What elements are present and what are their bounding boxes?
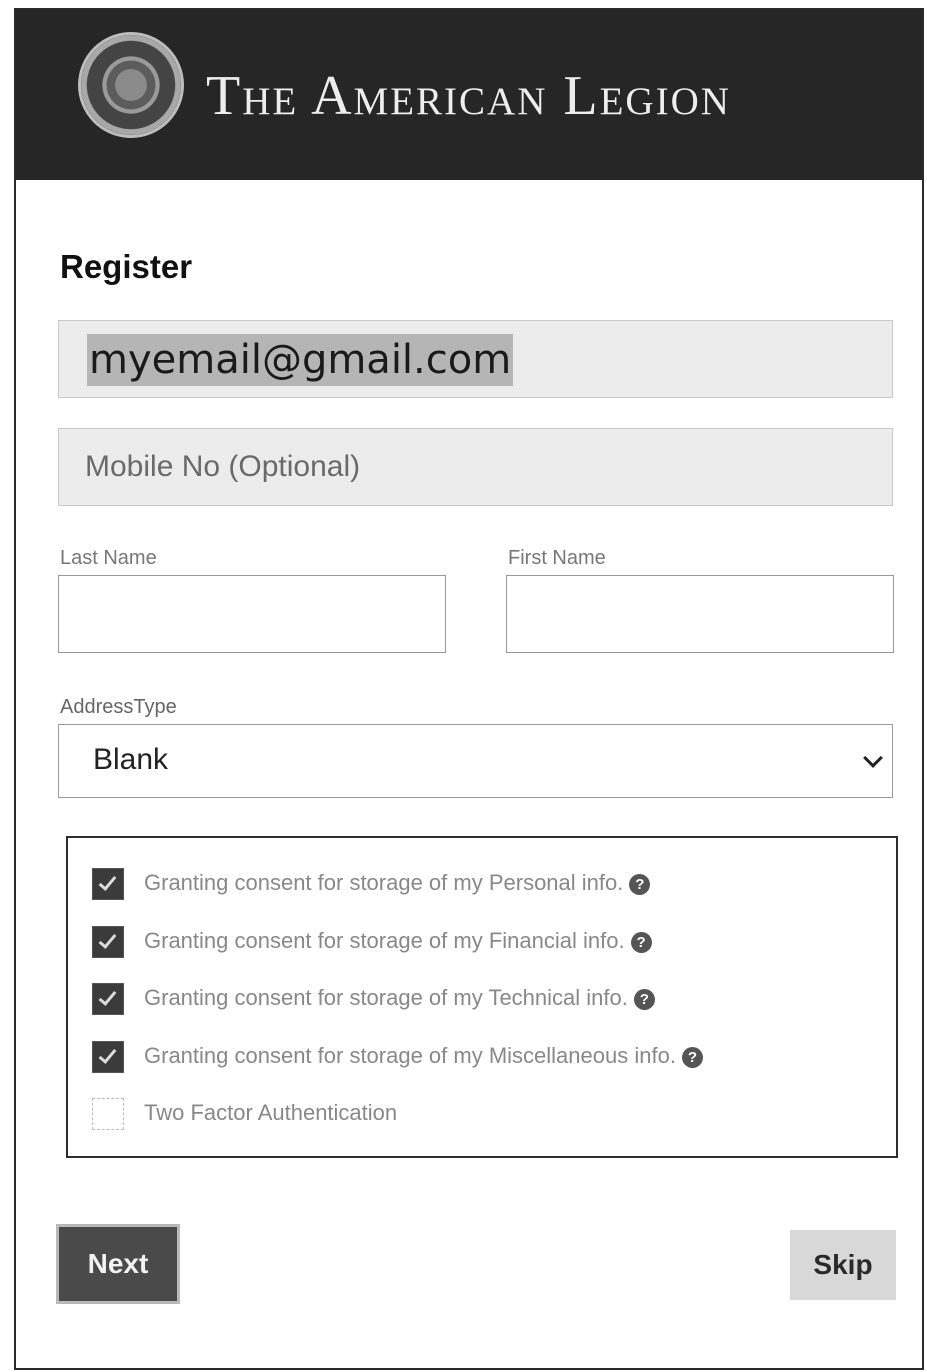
last-name-input[interactable] [59,576,445,652]
skip-button[interactable]: Skip [790,1230,896,1300]
question-circle-icon[interactable]: ? [630,932,652,953]
address-type-value: Blank [93,743,169,776]
consent-miscellaneous-checkbox[interactable] [92,1041,124,1073]
consent-financial-checkbox[interactable] [92,926,124,958]
consent-technical-checkbox[interactable] [92,983,124,1015]
checkmark-icon [98,872,117,891]
mobile-input[interactable] [59,429,892,505]
american-legion-emblem-icon [78,32,184,138]
two-factor-checkbox[interactable] [92,1098,124,1130]
next-button[interactable]: Next [56,1224,180,1304]
address-type-label: AddressType [60,696,177,718]
address-type-select[interactable]: Blank [58,724,893,798]
page-title: Register [60,248,193,285]
question-circle-icon[interactable]: ? [629,874,651,895]
consent-row-miscellaneous[interactable]: Granting consent for storage of my Misce… [92,1041,872,1075]
consent-personal-label: Granting consent for storage of my Perso… [144,870,624,895]
first-name-field[interactable] [506,575,894,653]
consent-personal-text: Granting consent for storage of my Perso… [144,870,651,896]
consent-row-financial[interactable]: Granting consent for storage of my Finan… [92,926,872,960]
checkmark-icon [98,930,117,949]
consent-financial-text: Granting consent for storage of my Finan… [144,928,652,954]
consent-panel: Granting consent for storage of my Perso… [66,836,898,1158]
register-page: The American Legion Register myemail@gma… [14,8,924,1370]
consent-row-two-factor[interactable]: Two Factor Authentication [92,1098,872,1132]
consent-miscellaneous-text: Granting consent for storage of my Misce… [144,1043,703,1069]
last-name-label: Last Name [60,547,157,569]
email-field[interactable]: myemail@gmail.com [58,320,893,398]
question-circle-icon[interactable]: ? [633,989,655,1010]
consent-technical-text: Granting consent for storage of my Techn… [144,985,655,1011]
first-name-input[interactable] [507,576,893,652]
first-name-label: First Name [508,547,606,569]
mobile-field[interactable] [58,428,893,506]
consent-personal-checkbox[interactable] [92,868,124,900]
last-name-field[interactable] [58,575,446,653]
two-factor-label: Two Factor Authentication [144,1100,398,1125]
chevron-down-icon [863,748,883,768]
header-banner: The American Legion [16,10,922,180]
checkmark-icon [98,1045,117,1064]
consent-technical-label: Granting consent for storage of my Techn… [144,985,628,1010]
consent-miscellaneous-label: Granting consent for storage of my Misce… [144,1043,676,1068]
consent-row-personal[interactable]: Granting consent for storage of my Perso… [92,868,872,902]
question-circle-icon[interactable]: ? [681,1047,703,1068]
site-title: The American Legion [206,65,731,127]
checkmark-icon [98,987,117,1006]
consent-financial-label: Granting consent for storage of my Finan… [144,928,625,953]
email-value[interactable]: myemail@gmail.com [87,334,514,386]
consent-row-technical[interactable]: Granting consent for storage of my Techn… [92,983,872,1017]
